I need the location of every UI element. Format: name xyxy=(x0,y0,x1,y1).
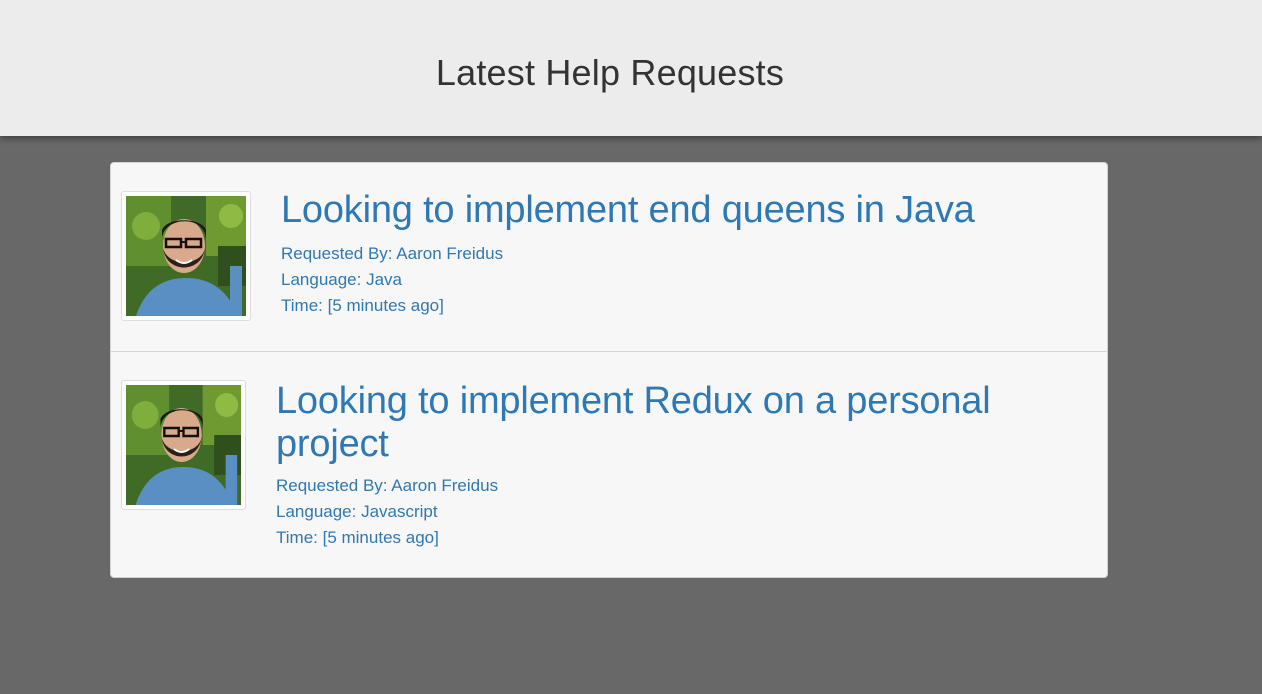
requested-by: Requested By: Aaron Freidus xyxy=(276,476,499,495)
time: Time: [5 minutes ago] xyxy=(281,296,444,315)
request-title[interactable]: Looking to implement Redux on a personal… xyxy=(276,380,1036,466)
request-list: Looking to implement end queens in Java … xyxy=(110,162,1108,578)
request-item[interactable]: Looking to implement Redux on a personal… xyxy=(111,352,1107,577)
page-title: Latest Help Requests xyxy=(435,52,785,93)
avatar[interactable] xyxy=(121,380,246,510)
language: Language: Javascript xyxy=(276,502,438,521)
time: Time: [5 minutes ago] xyxy=(276,528,439,547)
request-meta: Requested By: Aaron Freidus Language: Ja… xyxy=(276,473,498,551)
request-meta: Requested By: Aaron Freidus Language: Ja… xyxy=(281,241,503,319)
request-title[interactable]: Looking to implement end queens in Java xyxy=(281,189,1081,232)
page-header: Latest Help Requests xyxy=(0,0,1262,136)
request-item[interactable]: Looking to implement end queens in Java … xyxy=(111,163,1107,352)
language: Language: Java xyxy=(281,270,402,289)
requested-by: Requested By: Aaron Freidus xyxy=(281,244,504,263)
person-photo-icon xyxy=(126,385,241,505)
person-photo-icon xyxy=(126,196,246,316)
avatar[interactable] xyxy=(121,191,251,321)
